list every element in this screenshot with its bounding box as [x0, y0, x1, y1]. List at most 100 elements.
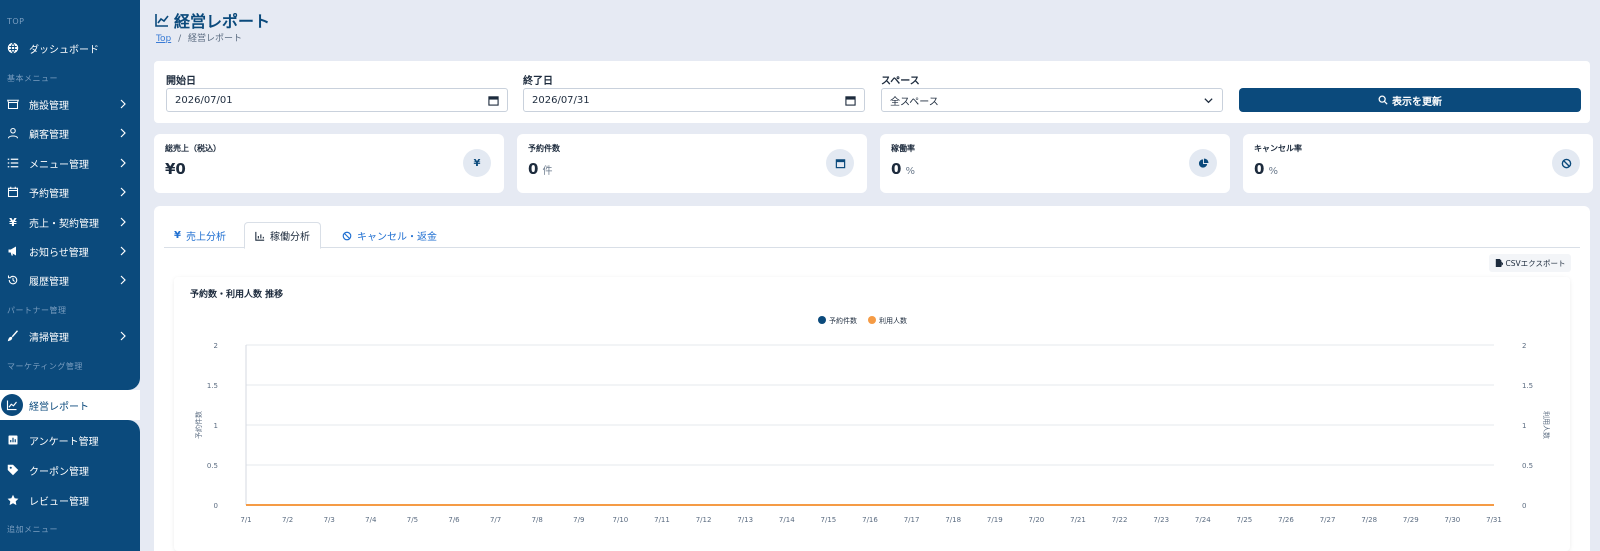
end-date-input[interactable]: 2026/07/31 — [523, 88, 865, 112]
sidebar-item-coupon[interactable]: クーポン管理 — [0, 456, 140, 484]
stat-value: 0件 — [528, 160, 553, 178]
x-tick-label: 7/11 — [654, 516, 670, 524]
calendar-icon[interactable] — [845, 95, 856, 106]
calendar-icon[interactable] — [488, 95, 499, 106]
y-tick-label: 0 — [214, 502, 218, 510]
y-right-tick-label: 1 — [1522, 422, 1526, 430]
x-tick-label: 7/14 — [779, 516, 795, 524]
tab-bar: ¥ 売上分析 稼働分析 キャンセル・返金 — [164, 216, 1580, 249]
x-tick-label: 7/16 — [862, 516, 878, 524]
x-tick-label: 7/10 — [613, 516, 629, 524]
x-tick-label: 7/13 — [737, 516, 753, 524]
sidebar-item-survey[interactable]: アンケート管理 — [0, 426, 140, 454]
sidebar-item-dashboard[interactable]: ダッシュボード — [0, 34, 140, 62]
tag-icon — [6, 463, 20, 477]
stat-label: キャンセル率 — [1254, 144, 1302, 153]
x-tick-label: 7/8 — [532, 516, 543, 524]
x-tick-label: 7/15 — [821, 516, 837, 524]
stat-card-cancel: キャンセル率 0% — [1243, 134, 1593, 193]
line-chart-icon — [155, 14, 169, 27]
stat-unit: % — [905, 166, 915, 177]
x-tick-label: 7/30 — [1445, 516, 1461, 524]
legend-label: 利用人数 — [879, 316, 907, 325]
chevron-right-icon — [120, 246, 126, 256]
tab-sales-analysis[interactable]: ¥ 売上分析 — [164, 222, 236, 249]
tab-cancel-refund[interactable]: キャンセル・返金 — [332, 222, 447, 249]
x-tick-label: 7/22 — [1112, 516, 1128, 524]
stat-value: ¥0 — [165, 160, 186, 178]
yen-icon: ¥ — [174, 230, 181, 241]
sidebar-item-label: 売上・契約管理 — [29, 218, 99, 230]
stat-value: 0% — [891, 160, 915, 178]
survey-icon — [6, 433, 20, 447]
stat-value: 0% — [1254, 160, 1278, 178]
line-chart: 0 0 0.5 0.5 1 1 1.5 1.5 2 2 7/1 7/2 7/3 7/4 7/5 7/6 7/7 7… — [194, 316, 1551, 524]
page-title-text: 経営レポート — [174, 12, 271, 31]
space-select-value: 全スペース — [890, 96, 939, 108]
end-date-value: 2026/07/31 — [532, 94, 590, 106]
x-tick-label: 7/4 — [365, 516, 377, 524]
sidebar-item-customer[interactable]: 顧客管理 — [0, 119, 140, 147]
chart-card: 予約数・利用人数 推移 0 0 0.5 0.5 1 1 1.5 1.5 2 2 7/1 7/2 7/3 7… — [174, 277, 1570, 551]
legend-label: 予約件数 — [829, 316, 857, 325]
user-icon — [6, 126, 20, 140]
tab-utilization-analysis[interactable]: 稼働分析 — [244, 222, 321, 249]
sidebar-item-label: 清掃管理 — [29, 332, 69, 344]
sidebar-item-label: クーポン管理 — [29, 466, 89, 478]
y-tick-label: 0.5 — [207, 462, 218, 470]
refresh-button[interactable]: 表示を更新 — [1239, 88, 1581, 112]
sidebar-item-cleaning[interactable]: 清掃管理 — [0, 322, 140, 350]
file-export-icon — [1495, 259, 1503, 267]
y-right-axis-title: 利用人数 — [1542, 411, 1551, 439]
calendar-icon — [6, 185, 20, 199]
filter-panel: 開始日 2026/07/01 終了日 2026/07/31 スペース 全スペース… — [154, 61, 1590, 123]
x-tick-label: 7/23 — [1153, 516, 1169, 524]
refresh-button-label: 表示を更新 — [1392, 96, 1442, 108]
start-date-value: 2026/07/01 — [175, 94, 233, 106]
bar-chart-icon — [255, 231, 265, 241]
sidebar-item-label: レビュー管理 — [29, 496, 89, 508]
breadcrumb-separator: / — [178, 34, 182, 44]
sidebar-item-label: 経営レポート — [29, 401, 89, 413]
y-tick-label: 2 — [214, 342, 218, 350]
sidebar-item-history[interactable]: 履歴管理 — [0, 266, 140, 294]
calendar-icon — [826, 149, 854, 177]
x-tick-label: 7/9 — [573, 516, 584, 524]
stat-label: 予約件数 — [528, 144, 560, 153]
sidebar-item-review[interactable]: レビュー管理 — [0, 486, 140, 514]
csv-export-button[interactable]: CSVエクスポート — [1489, 254, 1571, 272]
breadcrumb: Top / 経営レポート — [156, 31, 242, 44]
sidebar-item-menu[interactable]: メニュー管理 — [0, 149, 140, 177]
sidebar-item-label: アンケート管理 — [29, 436, 99, 448]
sidebar-section-marketing: マーケティング管理 — [7, 362, 83, 371]
sidebar-item-news[interactable]: お知らせ管理 — [0, 237, 140, 265]
x-tick-label: 7/21 — [1070, 516, 1086, 524]
stat-unit: % — [1268, 166, 1278, 177]
sidebar-item-facility[interactable]: 施設管理 — [0, 90, 140, 118]
sidebar-item-reservation[interactable]: 予約管理 — [0, 178, 140, 206]
space-select[interactable]: 全スペース — [881, 88, 1223, 112]
y-tick-label: 1.5 — [207, 382, 218, 390]
y-axis-title: 予約件数 — [194, 411, 203, 439]
sidebar-section-extra: 追加メニュー — [7, 525, 58, 534]
history-icon — [6, 273, 20, 287]
x-tick-label: 7/18 — [945, 516, 961, 524]
x-tick-label: 7/7 — [490, 516, 501, 524]
breadcrumb-current: 経営レポート — [187, 34, 242, 44]
start-date-label: 開始日 — [166, 76, 196, 87]
x-tick-label: 7/2 — [282, 516, 293, 524]
tab-label: 売上分析 — [185, 232, 226, 243]
sidebar-item-sales[interactable]: ¥ 売上・契約管理 — [0, 208, 140, 236]
pie-icon — [1189, 149, 1217, 177]
stat-unit: 件 — [542, 166, 553, 177]
sidebar-item-report[interactable]: 経営レポート — [0, 390, 140, 420]
start-date-input[interactable]: 2026/07/01 — [166, 88, 508, 112]
end-date-label: 終了日 — [523, 76, 553, 87]
chevron-right-icon — [120, 331, 126, 341]
breadcrumb-top-link[interactable]: Top — [156, 34, 171, 44]
star-icon — [6, 493, 20, 507]
y-right-tick-label: 0 — [1522, 502, 1526, 510]
store-icon — [6, 97, 20, 111]
x-tick-label: 7/20 — [1029, 516, 1045, 524]
stat-label: 総売上（税込） — [165, 144, 221, 153]
